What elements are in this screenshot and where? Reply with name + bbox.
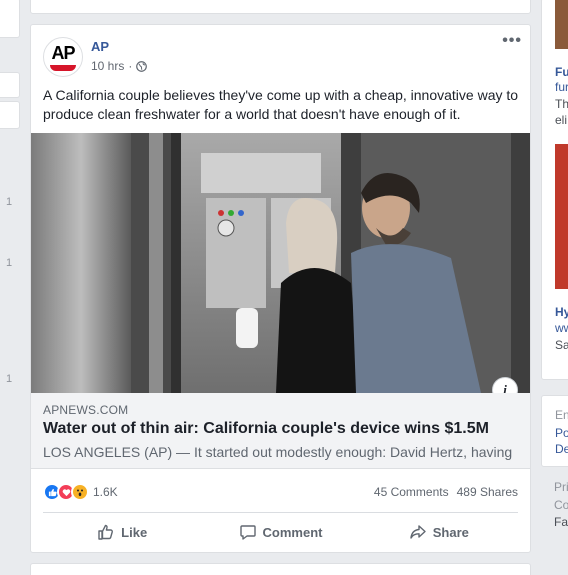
post-card: AP AP 10 hrs · ••• A California couple b… bbox=[30, 24, 531, 553]
left-menu-item[interactable] bbox=[0, 72, 20, 98]
comment-icon bbox=[239, 525, 256, 540]
sponsored-title[interactable]: Fu bbox=[555, 65, 568, 79]
post-timestamp[interactable]: 10 hrs bbox=[91, 59, 124, 73]
actions-divider bbox=[43, 512, 518, 513]
left-column: 1 1 1 bbox=[0, 0, 20, 575]
sponsored-thumbnail bbox=[555, 0, 568, 49]
comment-button[interactable]: Comment bbox=[201, 515, 359, 549]
sponsored-title[interactable]: Hy bbox=[555, 305, 568, 319]
left-count: 1 bbox=[6, 373, 13, 385]
sponsored-text: Th bbox=[555, 97, 568, 111]
footer-link[interactable]: Pri bbox=[554, 480, 568, 494]
sponsored-thumbnail bbox=[555, 144, 568, 289]
link-title[interactable]: Water out of thin air: California couple… bbox=[43, 420, 489, 438]
link-description: LOS ANGELES (AP) — It started out modest… bbox=[43, 444, 513, 460]
footer-link[interactable]: Co bbox=[554, 498, 568, 512]
link-domain: APNEWS.COM bbox=[43, 403, 129, 417]
language-link[interactable]: De bbox=[555, 442, 568, 456]
next-post-card bbox=[30, 563, 531, 575]
sponsored-link[interactable]: fur bbox=[555, 80, 568, 94]
comments-count-link[interactable]: 45 Comments bbox=[374, 485, 449, 499]
left-count: 1 bbox=[6, 257, 13, 269]
left-menu-item[interactable] bbox=[0, 0, 20, 38]
post-stats: 1.6K 45 Comments 489 Shares bbox=[43, 480, 518, 504]
sponsored-text: Sa bbox=[555, 338, 568, 352]
engagement-counts: 45 Comments 489 Shares bbox=[374, 485, 518, 499]
meta-separator: · bbox=[128, 59, 133, 73]
like-label: Like bbox=[121, 524, 148, 540]
left-count: 1 bbox=[6, 196, 13, 208]
previous-post-card bbox=[30, 0, 531, 14]
thumbs-up-icon bbox=[98, 524, 114, 540]
post-actions: Like Comment Share bbox=[43, 515, 518, 549]
right-column: Fu fur Th eli Hy ww Sa En Po De Pri Co F… bbox=[541, 0, 568, 575]
footer-link[interactable]: Fa bbox=[554, 515, 568, 529]
share-label: Share bbox=[432, 524, 469, 540]
avatar[interactable]: AP bbox=[43, 37, 83, 77]
post-meta: 10 hrs · bbox=[91, 59, 148, 73]
language-heading: En bbox=[555, 408, 568, 422]
reaction-count: 1.6K bbox=[93, 485, 118, 499]
share-icon bbox=[410, 525, 426, 539]
language-link[interactable]: Po bbox=[555, 426, 568, 440]
right-language-box: En Po De bbox=[541, 395, 568, 467]
wow-reaction-icon bbox=[71, 483, 89, 501]
more-options-icon[interactable]: ••• bbox=[502, 33, 522, 49]
post-text: A California couple believes they've com… bbox=[43, 87, 519, 122]
shares-count-link[interactable]: 489 Shares bbox=[457, 485, 518, 499]
post-photo[interactable]: i bbox=[31, 133, 530, 393]
avatar-logo: AP bbox=[51, 43, 75, 63]
left-menu-item[interactable] bbox=[0, 101, 20, 129]
avatar-logo-accent bbox=[50, 65, 76, 71]
photo-illustration bbox=[31, 133, 530, 393]
link-preview[interactable]: APNEWS.COM Water out of thin air: Califo… bbox=[31, 393, 530, 469]
like-button[interactable]: Like bbox=[43, 515, 201, 549]
globe-icon[interactable] bbox=[136, 60, 148, 72]
comment-label: Comment bbox=[262, 524, 323, 540]
sponsored-link[interactable]: ww bbox=[555, 321, 568, 335]
page-name-link[interactable]: AP bbox=[91, 39, 109, 54]
right-sponsored-item[interactable]: Fu fur Th eli Hy ww Sa bbox=[541, 0, 568, 380]
share-button[interactable]: Share bbox=[360, 515, 518, 549]
sponsored-text: eli bbox=[555, 113, 568, 127]
reactions-summary[interactable]: 1.6K bbox=[43, 483, 118, 501]
